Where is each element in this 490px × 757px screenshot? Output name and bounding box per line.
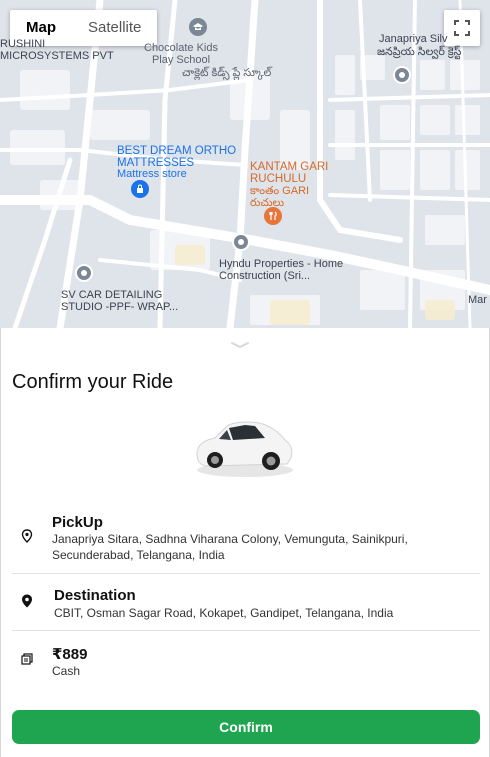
- chevron-down-icon[interactable]: [230, 340, 250, 350]
- hyndu-pin[interactable]: [232, 233, 250, 251]
- pickup-label: PickUp: [52, 514, 103, 531]
- location-dot-icon: [399, 72, 405, 78]
- shopping-bag-icon: [137, 184, 143, 193]
- car-image: [196, 421, 293, 477]
- poi-janapriya-label: Janapriya Silv: [379, 33, 448, 45]
- fare-amount: ₹889: [52, 646, 88, 663]
- poi-school-sublabel: చాక్లెట్ కిడ్స్ ప్లే స్కూల్: [182, 67, 272, 79]
- sv-car-pin[interactable]: [75, 264, 93, 282]
- cash-icon: [21, 653, 33, 665]
- ride-sheet: Confirm your Ride PickUp Janapriya Sitar…: [0, 328, 490, 757]
- fullscreen-button[interactable]: [444, 10, 480, 46]
- restaurant-pin[interactable]: [264, 207, 282, 225]
- map-view[interactable]: Map Satellite RUSHINI MICROSYSTEMS PVT C…: [0, 0, 490, 328]
- confirm-button[interactable]: Confirm: [12, 710, 480, 744]
- pickup-address: Janapriya Sitara, Sadhna Viharana Colony…: [52, 532, 408, 562]
- payment-method: Cash: [52, 664, 81, 678]
- poi-kantam-label: KANTAM GARI RUCHULU: [250, 161, 329, 185]
- destination-row[interactable]: Destination CBIT, Osman Sagar Road, Koka…: [12, 585, 480, 625]
- poi-kantam-sublabel: కాంతం GARI రుచులు: [250, 185, 310, 209]
- divider: [12, 630, 480, 631]
- poi-mattress-label: BEST DREAM ORTHO MATTRESSES: [117, 145, 237, 169]
- fullscreen-icon: [454, 20, 470, 36]
- poi-janapriya-sublabel: జనప్రియ సిల్వర్ క్రెస్ట్: [377, 46, 462, 58]
- poi-mar-label: Mar: [468, 294, 487, 306]
- fare-row: ₹889 Cash: [12, 643, 480, 683]
- destination-label: Destination: [54, 587, 136, 604]
- destination-address: CBIT, Osman Sagar Road, Kokapet, Gandipe…: [54, 606, 394, 620]
- pickup-row[interactable]: PickUp Janapriya Sitara, Sadhna Viharana…: [12, 512, 480, 568]
- poi-svcar-label: SV CAR DETAILING STUDIO -PPF- WRAP...: [61, 289, 179, 313]
- divider: [12, 573, 480, 574]
- janapriya-pin[interactable]: [393, 66, 411, 84]
- pickup-pin-icon: [21, 529, 33, 543]
- school-icon: [193, 23, 203, 30]
- poi-microsystems-label: RUSHINI MICROSYSTEMS PVT: [0, 38, 114, 62]
- poi-hyndu-label: Hyndu Properties - Home Construction (Sr…: [219, 258, 344, 282]
- fork-knife-icon: [269, 211, 277, 220]
- page-title: Confirm your Ride: [12, 371, 174, 393]
- location-dot-icon: [238, 239, 244, 245]
- destination-pin-icon: [22, 594, 32, 608]
- school-pin[interactable]: [189, 18, 207, 36]
- poi-mattress-sublabel: Mattress store: [117, 168, 187, 180]
- poi-school-label: Chocolate Kids Play School: [144, 42, 218, 66]
- location-dot-icon: [81, 270, 87, 276]
- mattress-store-pin[interactable]: [131, 180, 149, 198]
